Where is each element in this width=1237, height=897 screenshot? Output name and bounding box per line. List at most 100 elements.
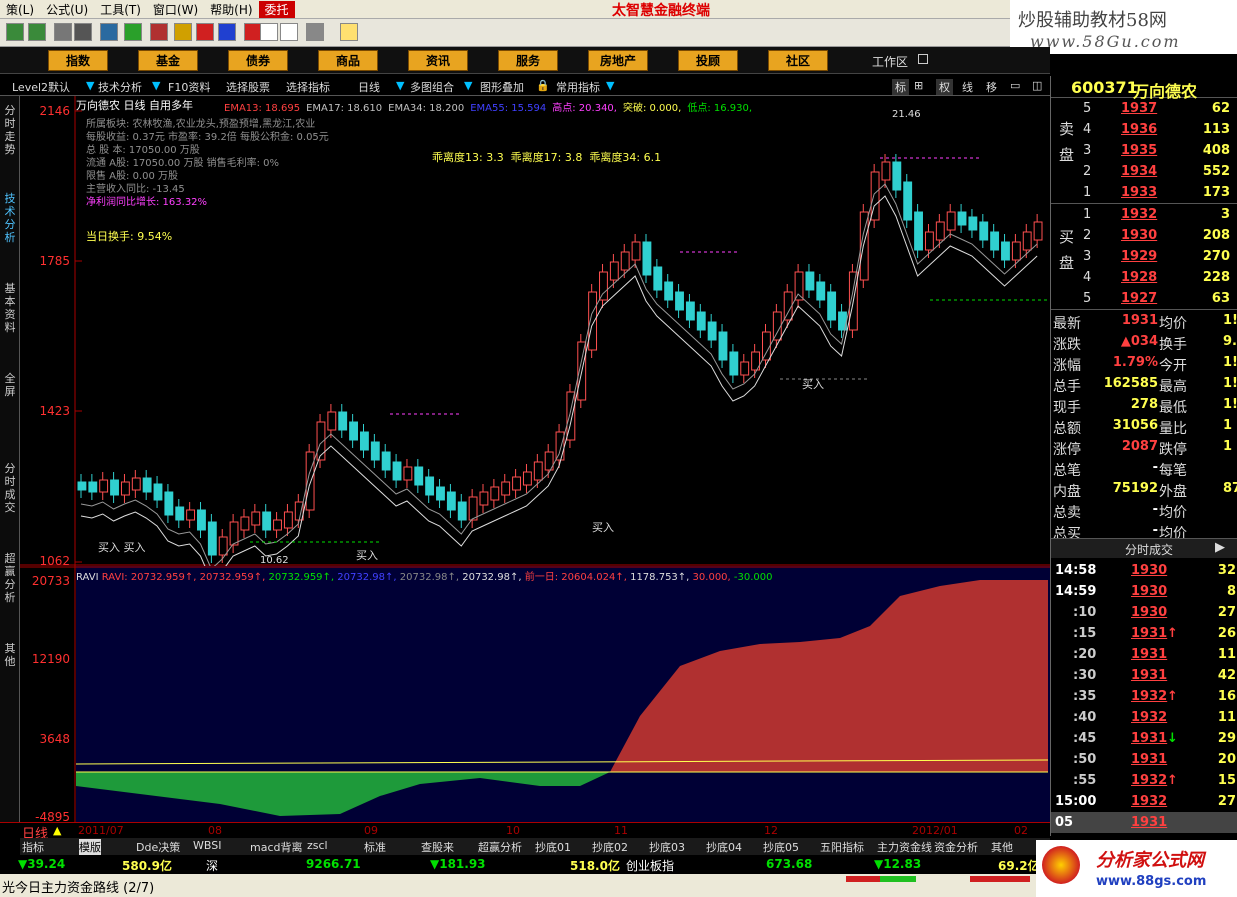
nav-commodity[interactable]: 商品 xyxy=(318,50,378,71)
order-row[interactable]: 3 1935 408 xyxy=(1051,140,1237,161)
indicator-tab[interactable]: 超赢分析 xyxy=(478,839,522,855)
price: 1934 xyxy=(1121,164,1158,179)
indicator-tab[interactable]: zscl xyxy=(307,839,328,852)
side-tab-trades[interactable]: 分时成交 xyxy=(2,462,18,514)
btn-line[interactable]: 线 xyxy=(962,79,973,95)
workspace-close-icon[interactable] xyxy=(918,54,928,64)
indicator-tab[interactable]: macd背离 xyxy=(250,839,303,855)
btn-mark[interactable]: 标 xyxy=(892,79,909,95)
workspace-label[interactable]: 工作区 xyxy=(872,53,908,70)
side-tab-intraday[interactable]: 分时走势 xyxy=(2,104,18,156)
indicator-tab[interactable]: 抄底02 xyxy=(592,839,628,855)
arrow-right-icon[interactable]: ▶ xyxy=(1215,540,1225,555)
menu-trade[interactable]: 委托 xyxy=(258,0,295,18)
help-cursor-icon[interactable] xyxy=(340,23,358,41)
dropdown-arrow-icon[interactable]: ▼ xyxy=(396,79,404,92)
index-name[interactable]: 创业板指 xyxy=(626,857,674,874)
nav-news[interactable]: 资讯 xyxy=(408,50,468,71)
tools-icon[interactable] xyxy=(74,23,92,41)
menu-help[interactable]: 帮助(H) xyxy=(204,1,258,18)
binoculars-icon[interactable] xyxy=(54,23,72,41)
nav-index[interactable]: 指数 xyxy=(48,50,108,71)
grid-icon[interactable] xyxy=(260,23,278,41)
people-icon[interactable] xyxy=(100,23,118,41)
mouse-blue-icon[interactable] xyxy=(218,23,236,41)
tab-common-indicators[interactable]: 常用指标 xyxy=(556,79,600,95)
flag-red-icon[interactable] xyxy=(150,23,168,41)
indicator-tab[interactable]: 五阳指标 xyxy=(820,839,864,855)
indicator-chart[interactable]: RAVI RAVI: 20732.959↑, 20732.959↑, 20732… xyxy=(20,566,1050,824)
indicator-tab[interactable]: 查股来 xyxy=(421,839,454,855)
side-tab-basic[interactable]: 基本资料 xyxy=(2,282,18,334)
order-row[interactable]: 2 1930 208 xyxy=(1051,225,1237,246)
indicator-tab[interactable]: 指标 xyxy=(22,839,44,855)
menu-window[interactable]: 窗口(W) xyxy=(147,1,204,18)
indicator-tab[interactable]: 模版 xyxy=(79,839,101,855)
main-chart[interactable]: 万向德农 日线 自用多年 EMA13: 18.695 EMA17: 18.610 E… xyxy=(20,96,1050,582)
btn-move[interactable]: 移 xyxy=(986,79,997,95)
window-icon[interactable] xyxy=(280,23,298,41)
indicator-tab[interactable]: WBSI xyxy=(193,839,221,852)
dropdown-arrow-icon[interactable]: ▼ xyxy=(86,79,94,92)
ravi-chart[interactable] xyxy=(20,566,1050,824)
indicator-tab[interactable]: 抄底04 xyxy=(706,839,742,855)
nav-advisor[interactable]: 投顾 xyxy=(678,50,738,71)
order-row[interactable]: 5 1937 62 xyxy=(1051,98,1237,119)
side-tab-superwin[interactable]: 超赢分析 xyxy=(2,552,18,604)
dropdown-arrow-icon[interactable]: ▼ xyxy=(464,79,472,92)
order-row[interactable]: 2 1934 552 xyxy=(1051,161,1237,182)
nav-community[interactable]: 社区 xyxy=(768,50,828,71)
order-row[interactable]: 1 1933 173 xyxy=(1051,182,1237,203)
nav-bond[interactable]: 债券 xyxy=(228,50,288,71)
indicator-tab[interactable]: 标准 xyxy=(364,839,386,855)
nav-service[interactable]: 服务 xyxy=(498,50,558,71)
tick-volume: 32 xyxy=(1217,563,1236,578)
tab-multichart[interactable]: 多图组合 xyxy=(410,79,454,95)
order-row[interactable]: 4 1928 228 xyxy=(1051,267,1237,288)
btn-rights[interactable]: 权 xyxy=(936,79,953,95)
side-tab-technical[interactable]: 技术分析 xyxy=(2,192,18,244)
indicator-tab[interactable]: 抄底03 xyxy=(649,839,685,855)
tab-select-stock[interactable]: 选择股票 xyxy=(226,79,270,95)
side-tab-fullscreen[interactable]: 全屏 xyxy=(2,372,18,398)
index-name[interactable]: 深 xyxy=(206,857,218,874)
lock-icon[interactable]: 🔒 xyxy=(536,79,550,92)
tab-technical[interactable]: 技术分析 xyxy=(98,79,142,95)
nav-fund[interactable]: 基金 xyxy=(138,50,198,71)
menu-tools[interactable]: 工具(T) xyxy=(94,1,147,18)
menu-strategy[interactable]: 策(L) xyxy=(0,1,40,18)
buy-label: 买盘 xyxy=(1059,224,1074,276)
menu-formula[interactable]: 公式(U) xyxy=(40,1,94,18)
side-tab-other[interactable]: 其他 xyxy=(2,642,18,668)
ticks-header[interactable]: 分时成交 ▶ xyxy=(1051,538,1237,558)
order-row[interactable]: 1 1932 3 xyxy=(1051,204,1237,225)
stat-row: 总额 31056 量比 1 xyxy=(1051,415,1237,437)
tab-f10[interactable]: F10资料 xyxy=(168,79,210,95)
dropdown-arrow-icon[interactable]: ▼ xyxy=(606,79,614,92)
indicator-tab[interactable]: 抄底05 xyxy=(763,839,799,855)
window-icon[interactable]: ▭ xyxy=(1010,79,1020,92)
flag2-icon[interactable] xyxy=(28,23,46,41)
chart-icon[interactable] xyxy=(124,23,142,41)
indicator-tab[interactable]: 资金分析 xyxy=(934,839,978,855)
candle xyxy=(924,231,934,251)
indicator-tab[interactable]: Dde决策 xyxy=(136,839,180,855)
dropdown-arrow-icon[interactable]: ▼ xyxy=(152,79,160,92)
diamond-icon[interactable] xyxy=(174,23,192,41)
indicator-tab[interactable]: 主力资金线 xyxy=(877,839,932,855)
tab-select-indicator[interactable]: 选择指标 xyxy=(286,79,330,95)
mouse-red-icon[interactable] xyxy=(196,23,214,41)
order-row[interactable]: 5 1927 63 xyxy=(1051,288,1237,309)
tab-overlay[interactable]: 图形叠加 xyxy=(480,79,524,95)
tab-level2[interactable]: Level2默认 xyxy=(12,79,70,95)
flag-icon[interactable] xyxy=(6,23,24,41)
split-icon[interactable]: ◫ xyxy=(1032,79,1042,92)
indicator-tab[interactable]: 其他 xyxy=(991,839,1013,855)
order-row[interactable]: 3 1929 270 xyxy=(1051,246,1237,267)
tab-daily[interactable]: 日线 xyxy=(358,79,380,95)
indicator-tab[interactable]: 抄底01 xyxy=(535,839,571,855)
nav-realestate[interactable]: 房地产 xyxy=(588,50,648,71)
crosshair-icon[interactable]: ⊞ xyxy=(914,79,923,92)
order-row[interactable]: 4 1936 113 xyxy=(1051,119,1237,140)
dropdown-icon[interactable] xyxy=(306,23,324,41)
